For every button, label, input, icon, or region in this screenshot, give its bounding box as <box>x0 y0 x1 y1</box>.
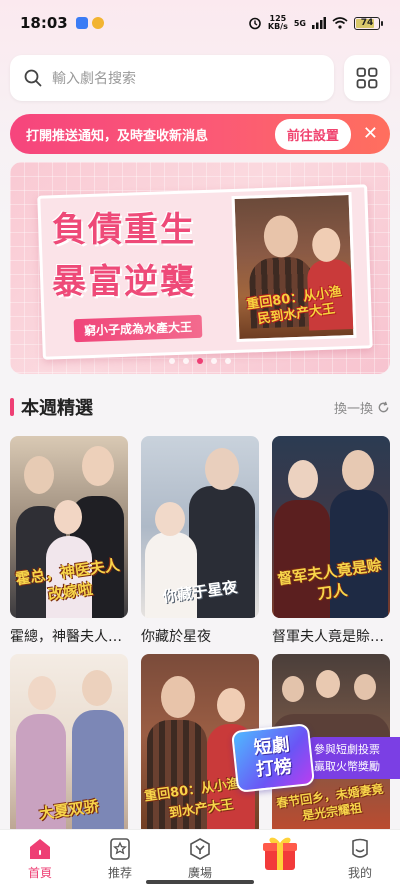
net-speed: 125 KB/s <box>267 14 288 31</box>
pagination-dot[interactable] <box>169 358 175 364</box>
mascot-app-icon <box>91 17 104 29</box>
search-row: 輸入劇名搜索 <box>10 55 390 101</box>
status-bar: 18:03 125 KB/s 5G 74 <box>0 0 400 46</box>
poster-figure <box>54 500 82 534</box>
poster-figure <box>288 460 318 498</box>
tab-label: 我的 <box>347 866 372 880</box>
drama-ranking-float[interactable]: 參與短劇投票 贏取火幣獎勵 短劇 打榜 <box>230 723 400 793</box>
refresh-icon <box>378 401 389 412</box>
tab-label: 首頁 <box>27 866 52 880</box>
pagination-dot[interactable] <box>225 358 231 364</box>
gift-icon <box>263 837 297 870</box>
poster-figure <box>24 456 54 494</box>
section-accent-bar <box>10 398 14 416</box>
poster-figure <box>217 688 245 722</box>
banner-subtitle: 窮小子成為水產大王 <box>73 314 203 343</box>
banner-title-line1: 負債重生 <box>52 210 196 250</box>
drama-poster: 督军夫人竟是赊刀人 <box>272 436 390 618</box>
go-settings-button[interactable]: 前往設置 <box>274 118 351 150</box>
banner-poster: 重回80：从小渔民到水产大王 <box>231 191 357 343</box>
home-indicator[interactable] <box>146 880 254 884</box>
poster-figure <box>263 214 299 259</box>
drama-card[interactable]: 你藏于星夜 你藏於星夜 <box>141 436 259 646</box>
star-bookmark-icon <box>110 838 130 860</box>
poster-figure <box>28 676 56 710</box>
push-notification-bar: 打開推送通知，及時查收新消息 前往設置 ✕ <box>10 114 390 154</box>
drama-title: 霍總，神醫夫人改嫁啦 <box>10 629 128 645</box>
pagination-dot[interactable] <box>183 358 189 364</box>
rank-note: 參與短劇投票 贏取火幣獎勵 <box>308 737 400 779</box>
wifi-icon <box>332 17 348 29</box>
notification-text: 打開推送通知，及時查收新消息 <box>26 128 209 144</box>
message-app-icon <box>75 17 88 29</box>
poster-figure <box>354 674 376 700</box>
alarm-icon <box>249 17 261 30</box>
tab-profile[interactable]: 我的 <box>320 830 400 889</box>
category-grid-button[interactable] <box>344 55 390 101</box>
weekly-picks-header: 本週精選 換一換 <box>10 394 390 420</box>
status-right: 125 KB/s 5G 74 <box>248 14 383 31</box>
poster-figure <box>311 227 341 263</box>
drama-poster: 大夏双骄 <box>10 654 128 836</box>
ranking-badge: 短劇 打榜 <box>230 723 316 793</box>
poster-figure <box>161 676 195 718</box>
poster-figure <box>316 670 340 698</box>
pagination-dot[interactable] <box>211 358 217 364</box>
drama-title: 你藏於星夜 <box>141 629 211 645</box>
battery-indicator: 74 <box>354 16 383 30</box>
search-icon <box>24 69 42 87</box>
poster-figure <box>82 446 114 486</box>
drama-poster: 你藏于星夜 <box>141 436 259 618</box>
promo-banner[interactable]: 負債重生 暴富逆襲 窮小子成為水產大王 重回80：从小渔民到水产大王 <box>10 162 390 374</box>
search-input[interactable]: 輸入劇名搜索 <box>10 55 334 101</box>
section-title: 本週精選 <box>21 398 93 419</box>
poster-figure <box>342 450 374 490</box>
tab-label: 廣場 <box>187 866 212 880</box>
close-icon[interactable]: ✕ <box>363 125 378 143</box>
banner-title-line2: 暴富逆襲 <box>52 262 196 302</box>
poster-figure <box>155 502 185 536</box>
profile-icon <box>352 838 368 858</box>
poster-figure <box>282 676 304 702</box>
drama-grid: 霍总，神医夫人改嫁啦 霍總，神醫夫人改嫁啦 你藏于星夜 你藏於星夜 督军夫人竟是… <box>10 436 390 864</box>
drama-poster: 霍总，神医夫人改嫁啦 <box>10 436 128 618</box>
banner-pagination <box>10 358 390 364</box>
status-app-icons <box>75 17 104 29</box>
drama-card[interactable]: 督军夫人竟是赊刀人 督軍夫人竟是賒刀人 <box>272 436 390 646</box>
pagination-dot-active[interactable] <box>197 358 203 364</box>
plaza-icon <box>190 838 210 860</box>
signal-icon <box>312 17 326 29</box>
grid-icon <box>356 67 378 89</box>
network-type: 5G <box>293 18 306 28</box>
drama-title: 督軍夫人竟是賒刀人 <box>272 629 390 645</box>
tab-home[interactable]: 首頁 <box>0 830 80 889</box>
status-time: 18:03 <box>20 14 68 32</box>
refresh-label: 換一換 <box>333 401 373 417</box>
tab-label: 推荐 <box>107 866 132 880</box>
search-placeholder: 輸入劇名搜索 <box>52 71 136 87</box>
drama-card[interactable]: 霍总，神医夫人改嫁啦 霍總，神醫夫人改嫁啦 <box>10 436 128 646</box>
home-icon <box>30 839 50 859</box>
poster-figure <box>205 448 239 490</box>
poster-figure <box>82 670 112 706</box>
refresh-button[interactable]: 換一換 <box>334 398 390 417</box>
